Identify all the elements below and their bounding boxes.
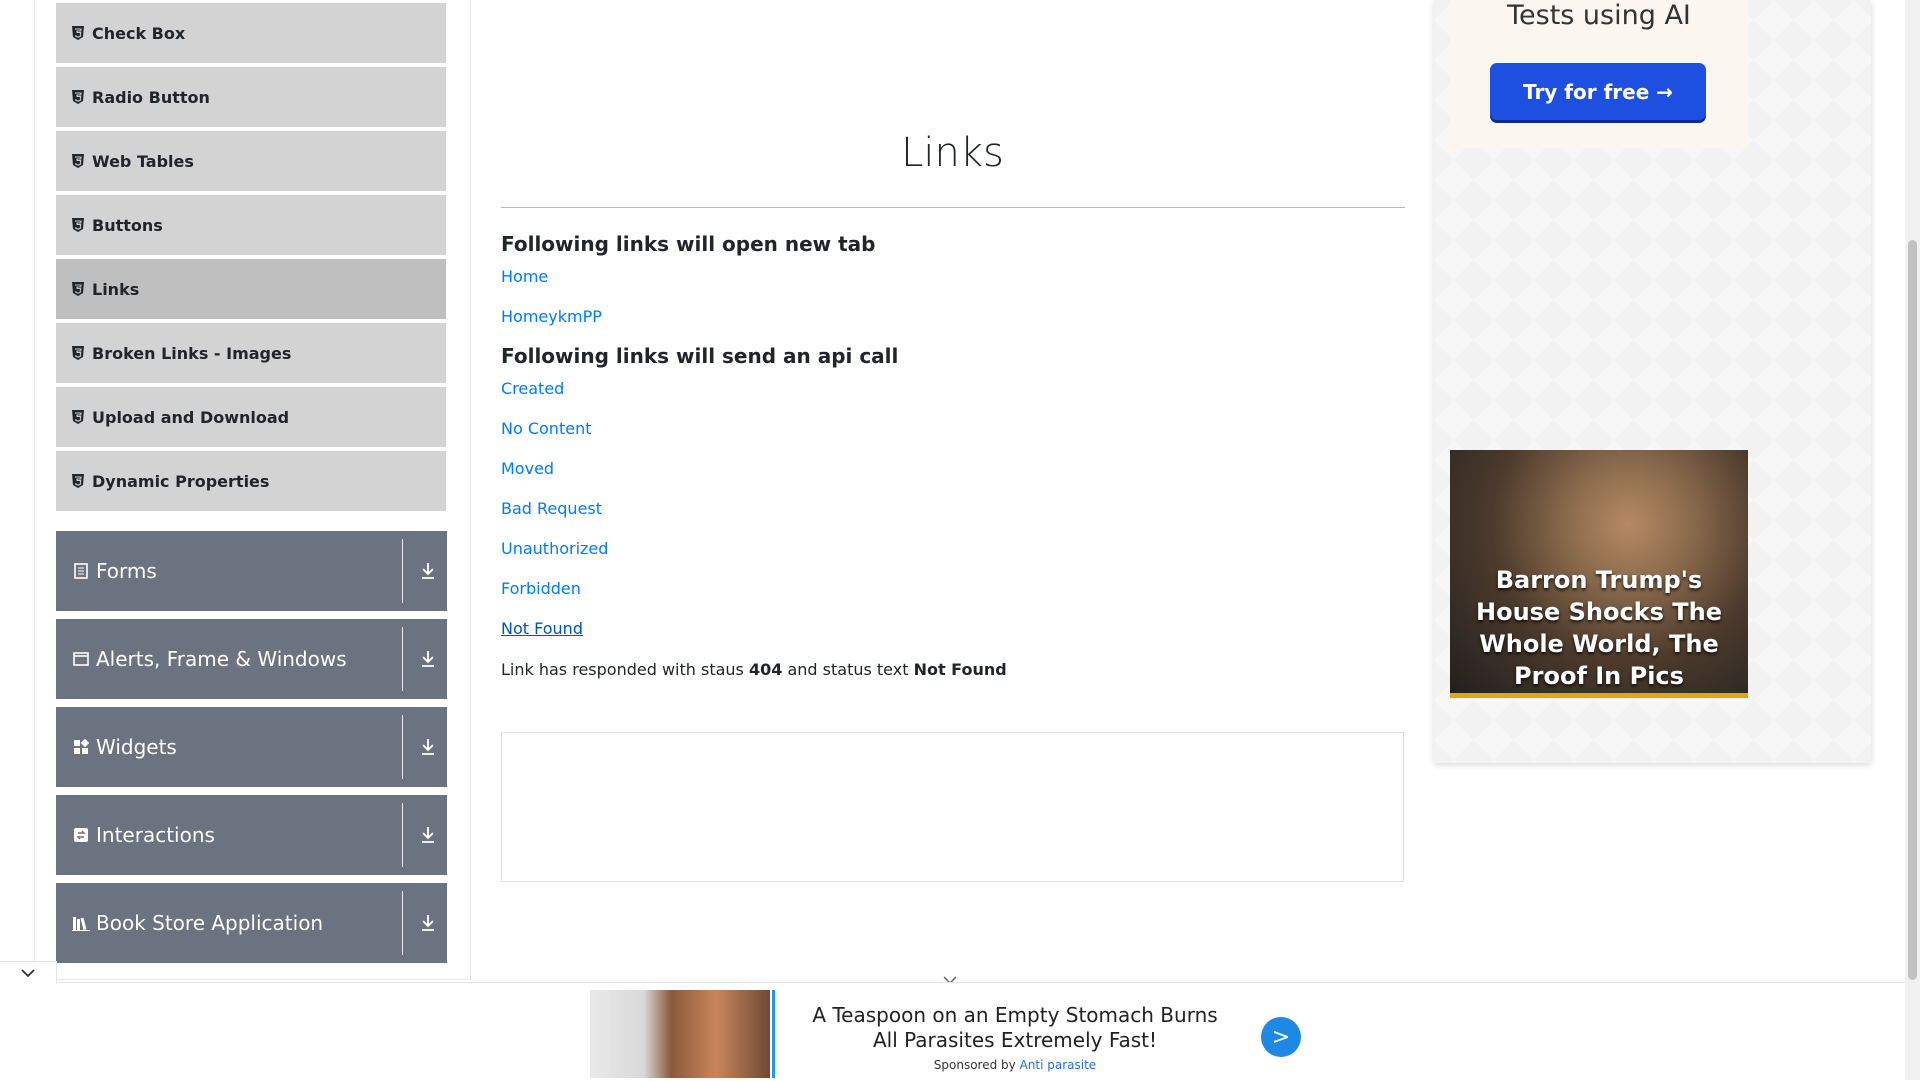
response-prefix: Link has responded with staus xyxy=(501,660,744,679)
sidebar-border-left xyxy=(34,0,35,982)
html5-icon xyxy=(70,152,86,170)
sidebar-item-label: Dynamic Properties xyxy=(92,471,270,491)
download-arrow-icon[interactable] xyxy=(418,561,438,581)
sidebar-item-label: Web Tables xyxy=(92,151,194,171)
sidebar-group-widgets[interactable]: Widgets xyxy=(56,707,447,787)
chevron-down-icon xyxy=(21,969,35,978)
sidebar-item-label: Links xyxy=(92,279,140,299)
sidebar-item-radio-button[interactable]: Radio Button xyxy=(56,67,446,129)
sidebar-item-label: Buttons xyxy=(92,215,163,235)
sidebar-item-links[interactable]: Links xyxy=(56,259,446,321)
photo-ad-bar xyxy=(1450,693,1748,698)
link-home[interactable]: Home xyxy=(501,267,548,286)
interactions-icon xyxy=(72,826,90,844)
group-label: Forms xyxy=(96,559,157,583)
download-arrow-icon[interactable] xyxy=(418,913,438,933)
try-for-free-button[interactable]: Try for free → xyxy=(1490,63,1706,120)
ad-headline[interactable]: A Teaspoon on an Empty Stomach Burns All… xyxy=(800,1003,1230,1053)
window-icon xyxy=(72,650,90,668)
link-forbidden[interactable]: Forbidden xyxy=(501,579,581,598)
content-ad-placeholder xyxy=(501,732,1404,882)
sidebar-group-interactions[interactable]: Interactions xyxy=(56,795,447,875)
sidebar-group-alerts[interactable]: Alerts, Frame & Windows xyxy=(56,619,447,699)
section-heading-new-tab: Following links will open new tab xyxy=(501,232,876,256)
link-home-dynamic[interactable]: HomeykmPP xyxy=(501,307,602,326)
sidebar-item-web-tables[interactable]: Web Tables xyxy=(56,131,446,193)
html5-icon xyxy=(70,472,86,490)
sidebar-item-label: Upload and Download xyxy=(92,407,290,427)
collapse-ad-button[interactable] xyxy=(0,961,57,984)
photo-ad[interactable]: Barron Trump's House Shocks The Whole Wo… xyxy=(1450,450,1748,698)
sidebar-item-broken-links[interactable]: Broken Links - Images xyxy=(56,323,446,385)
photo-ad-caption: Barron Trump's House Shocks The Whole Wo… xyxy=(1476,566,1722,690)
download-arrow-icon[interactable] xyxy=(418,649,438,669)
download-arrow-icon[interactable] xyxy=(418,825,438,845)
html5-icon xyxy=(70,408,86,426)
response-status-text: Not Found xyxy=(913,660,1007,679)
sidebar-border-bottom xyxy=(56,979,471,980)
sidebar-item-upload-download[interactable]: Upload and Download xyxy=(56,387,446,449)
group-label: Interactions xyxy=(96,823,215,847)
link-unauthorized[interactable]: Unauthorized xyxy=(501,539,608,558)
group-divider xyxy=(402,803,403,867)
sidebar-group-book-store[interactable]: Book Store Application xyxy=(56,883,447,963)
sidebar-item-check-box[interactable]: Check Box xyxy=(56,3,446,65)
group-divider xyxy=(402,627,403,691)
title-divider xyxy=(501,207,1405,208)
sidebar-item-label: Check Box xyxy=(92,23,186,43)
group-label: Widgets xyxy=(96,735,177,759)
response-middle: and status text xyxy=(787,660,909,679)
sidebar-item-label: Radio Button xyxy=(92,87,210,107)
ad-brand-link[interactable]: Anti parasite xyxy=(1020,1058,1097,1072)
html5-icon xyxy=(70,344,86,362)
link-response-message: Link has responded with staus 404 and st… xyxy=(501,660,1007,679)
sidebar-item-buttons[interactable]: Buttons xyxy=(56,195,446,257)
sidebar-item-label: Broken Links - Images xyxy=(92,343,292,363)
link-no-content[interactable]: No Content xyxy=(501,419,591,438)
response-status-code: 404 xyxy=(748,660,783,679)
section-heading-api: Following links will send an api call xyxy=(501,344,899,368)
group-divider xyxy=(402,891,403,955)
html5-icon xyxy=(70,24,86,42)
sidebar-group-forms[interactable]: Forms xyxy=(56,531,447,611)
html5-icon xyxy=(70,88,86,106)
ad-sponsor: Sponsored by Anti parasite xyxy=(800,1058,1230,1072)
ad-sponsored-by: Sponsored by xyxy=(933,1058,1016,1072)
link-moved[interactable]: Moved xyxy=(501,459,554,478)
ad-thumbnail-accent xyxy=(772,990,775,1078)
scrollbar-thumb[interactable] xyxy=(1908,240,1917,980)
ad-go-button[interactable]: > xyxy=(1261,1017,1301,1057)
page-title: Links xyxy=(901,130,1004,176)
promo-text: Tests using AI xyxy=(1507,0,1691,31)
group-divider xyxy=(402,539,403,603)
bottom-sticky-ad: A Teaspoon on an Empty Stomach Burns All… xyxy=(0,961,1905,1081)
sidebar-item-dynamic-properties[interactable]: Dynamic Properties xyxy=(56,451,446,513)
form-icon xyxy=(72,562,90,580)
html5-icon xyxy=(70,280,86,298)
ad-thumbnail[interactable] xyxy=(590,990,770,1078)
group-label: Book Store Application xyxy=(96,911,324,935)
group-label: Alerts, Frame & Windows xyxy=(96,647,347,671)
link-created[interactable]: Created xyxy=(501,379,564,398)
group-divider xyxy=(402,715,403,779)
link-not-found[interactable]: Not Found xyxy=(501,619,583,638)
link-bad-request[interactable]: Bad Request xyxy=(501,499,602,518)
download-arrow-icon[interactable] xyxy=(418,737,438,757)
widgets-icon xyxy=(72,738,90,756)
books-icon xyxy=(72,914,90,932)
sidebar-border-right xyxy=(470,0,471,980)
html5-icon xyxy=(70,216,86,234)
